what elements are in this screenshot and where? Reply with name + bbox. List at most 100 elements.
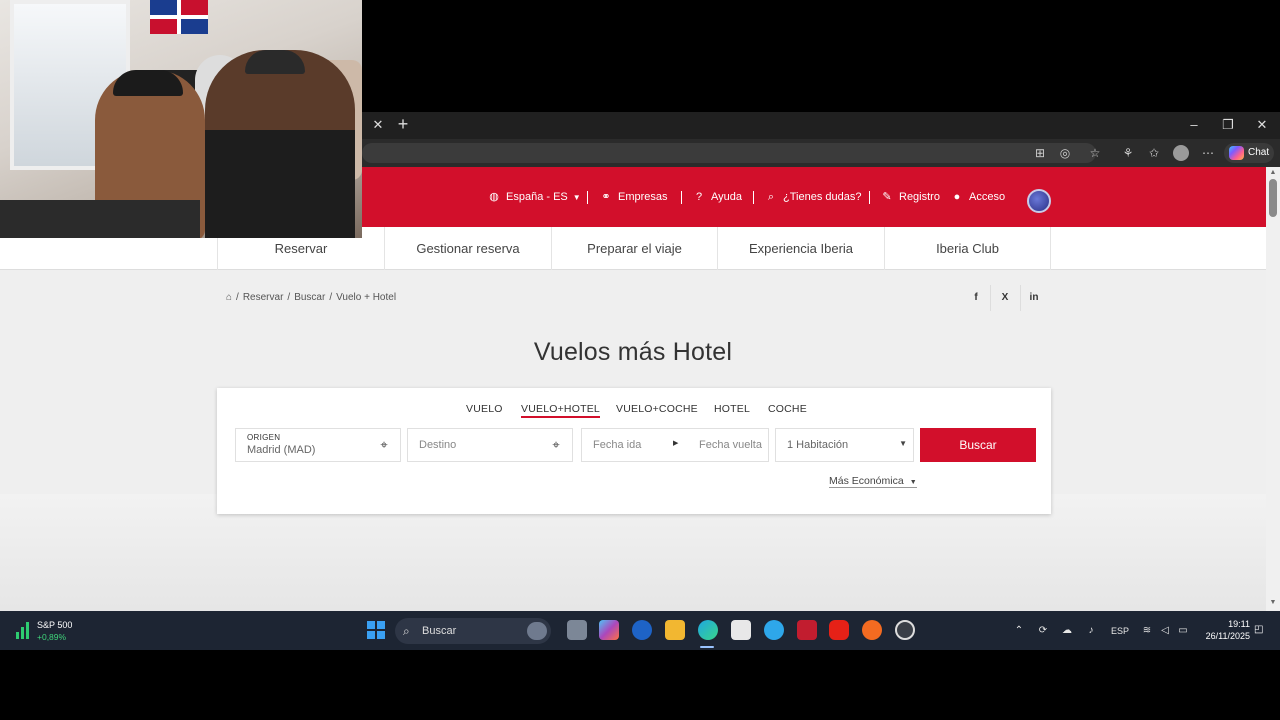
nav-preparar-viaje[interactable]: Preparar el viaje — [551, 227, 717, 270]
more-options-icon[interactable]: ⋯ — [1200, 145, 1216, 161]
reading-icon[interactable]: ◎ — [1057, 145, 1073, 161]
origin-value: Madrid (MAD) — [247, 444, 316, 456]
screen: ✕ + – ❐ ✕ ⊞ ◎ ☆ ⚘ ✩ ⋯ Chat ◍ España - ES ▼… — [0, 0, 1280, 720]
taskbar-search[interactable]: ⌕ Buscar — [395, 618, 551, 644]
scroll-up-icon[interactable]: ▲ — [1269, 169, 1277, 177]
breadcrumb: ⌂ / Reservar / Buscar / Vuelo + Hotel — [226, 292, 397, 303]
return-date-placeholder: Fecha vuelta — [699, 439, 762, 451]
favorites-icon[interactable]: ✩ — [1146, 145, 1162, 161]
divider — [587, 191, 588, 204]
chrome-icon[interactable] — [895, 620, 915, 640]
home-icon[interactable]: ⌂ — [226, 292, 232, 303]
divider — [990, 285, 991, 311]
tab-vuelo[interactable]: VUELO — [466, 400, 503, 418]
close-tab-icon[interactable]: ✕ — [370, 117, 386, 133]
chevron-up-icon[interactable]: ⌃ — [1013, 624, 1025, 638]
edit-icon: ✎ — [882, 191, 892, 203]
link-empresas[interactable]: ⚭ Empresas — [599, 187, 667, 207]
chart-icon — [16, 621, 32, 639]
location-pin-icon: ⌖ — [380, 437, 388, 452]
hp-app-icon[interactable] — [632, 620, 652, 640]
globe-icon: ◍ — [489, 191, 499, 203]
volume-muted-icon[interactable]: ◁ — [1158, 624, 1172, 638]
new-tab-icon[interactable]: + — [394, 114, 412, 134]
notification-icon[interactable]: ◰ — [1254, 624, 1266, 636]
origin-field[interactable]: ORIGEN Madrid (MAD) ⌖ — [235, 428, 401, 462]
language-selector[interactable]: ◍ España - ES ▼ — [487, 187, 581, 207]
divider — [753, 191, 754, 204]
minimize-icon[interactable]: – — [1184, 117, 1204, 133]
search-highlight-icon — [527, 622, 547, 640]
location-pin-icon: ⌖ — [552, 437, 560, 452]
tab-hotel[interactable]: HOTEL — [714, 400, 750, 418]
scroll-down-icon[interactable]: ▼ — [1269, 599, 1277, 607]
nav-gestionar-reserva[interactable]: Gestionar reserva — [384, 227, 551, 270]
link-acceso[interactable]: ● Acceso — [950, 187, 1005, 207]
app-available-icon[interactable]: ⊞ — [1032, 145, 1048, 161]
breadcrumb-current: Vuelo + Hotel — [336, 292, 397, 303]
clock-time: 19:11 — [1228, 619, 1250, 629]
youtube-icon[interactable] — [829, 620, 849, 640]
wifi-icon[interactable]: ≋ — [1140, 624, 1154, 638]
dates-field[interactable]: Fecha ida ▶ Fecha vuelta — [581, 428, 769, 462]
nav-experiencia-iberia[interactable]: Experiencia Iberia — [717, 227, 884, 270]
search-button[interactable]: Buscar — [920, 428, 1036, 462]
active-app-indicator — [700, 646, 714, 648]
taskbar: S&P 500 +0,89% ⌕ Buscar ⌃ ⟳ ☁ ♪ ESP ≋ ◁ ▭… — [0, 611, 1280, 650]
windows-start-icon[interactable] — [367, 621, 385, 639]
copilot-icon — [1229, 146, 1244, 160]
arrow-right-icon: ▶ — [673, 440, 679, 447]
brave-icon[interactable] — [862, 620, 882, 640]
tab-coche[interactable]: COCHE — [768, 400, 807, 418]
sort-select[interactable]: Más Económica ▼ — [829, 474, 917, 488]
extensions-icon[interactable]: ⚘ — [1120, 145, 1136, 161]
search-icon: ⌕ — [767, 191, 775, 203]
clock-date: 26/11/2025 — [1205, 631, 1250, 641]
restore-icon[interactable]: ❐ — [1218, 117, 1238, 133]
nav-iberia-club[interactable]: Iberia Club — [884, 227, 1051, 270]
profile-avatar[interactable] — [1173, 145, 1189, 161]
stock-widget[interactable]: S&P 500 +0,89% — [16, 618, 86, 644]
file-explorer-icon[interactable] — [665, 620, 685, 640]
tab-vuelo-hotel[interactable]: VUELO+HOTEL — [521, 400, 600, 418]
tab-vuelo-coche[interactable]: VUELO+COCHE — [616, 400, 698, 418]
close-window-icon[interactable]: ✕ — [1252, 117, 1272, 133]
breadcrumb-item[interactable]: Reservar — [243, 292, 284, 303]
microphone-icon[interactable]: ♪ — [1085, 624, 1097, 638]
destination-field[interactable]: Destino ⌖ — [407, 428, 573, 462]
search-form: VUELO VUELO+HOTEL VUELO+COCHE HOTEL COCH… — [217, 388, 1051, 514]
microsoft-store-icon[interactable] — [731, 620, 751, 640]
divider — [681, 191, 682, 204]
chevron-down-icon: ▼ — [572, 193, 581, 202]
link-dudas[interactable]: ⌕ ¿Tienes dudas? — [764, 187, 862, 207]
input-language[interactable]: ESP — [1108, 624, 1132, 638]
webcam-flag — [150, 0, 208, 34]
linkedin-icon[interactable]: in — [1026, 290, 1042, 306]
copilot-chat-button[interactable]: Chat — [1224, 143, 1274, 163]
help-app-icon[interactable] — [764, 620, 784, 640]
webcam-overlay — [0, 0, 362, 238]
widget-value: +0,89% — [37, 632, 67, 642]
x-twitter-icon[interactable]: X — [997, 290, 1013, 306]
page-scrollbar[interactable]: ▲ ▼ — [1266, 167, 1280, 611]
scroll-thumb[interactable] — [1269, 179, 1277, 217]
facebook-icon[interactable]: f — [968, 290, 984, 306]
mcafee-icon[interactable] — [797, 620, 817, 640]
user-icon: ● — [953, 191, 961, 203]
task-view-icon[interactable] — [567, 620, 587, 640]
copilot-app-icon[interactable] — [599, 620, 619, 640]
clock[interactable]: 19:11 26/11/2025 — [1198, 618, 1250, 642]
favorite-star-icon[interactable]: ☆ — [1087, 145, 1103, 161]
breadcrumb-item[interactable]: Buscar — [294, 292, 325, 303]
address-bar[interactable] — [362, 143, 1096, 163]
rooms-select[interactable]: 1 Habitación ▼ — [775, 428, 914, 462]
edge-browser-icon[interactable] — [698, 620, 718, 640]
sort-value: Más Económica — [829, 475, 904, 487]
sync-icon[interactable]: ⟳ — [1036, 624, 1050, 638]
link-ayuda[interactable]: ? Ayuda — [692, 187, 742, 207]
cloud-icon[interactable]: ☁ — [1060, 624, 1074, 638]
departure-date-placeholder: Fecha ida — [593, 439, 642, 451]
battery-icon[interactable]: ▭ — [1176, 624, 1190, 638]
link-registro[interactable]: ✎ Registro — [880, 187, 940, 207]
alliance-logo-icon[interactable] — [1027, 189, 1051, 213]
